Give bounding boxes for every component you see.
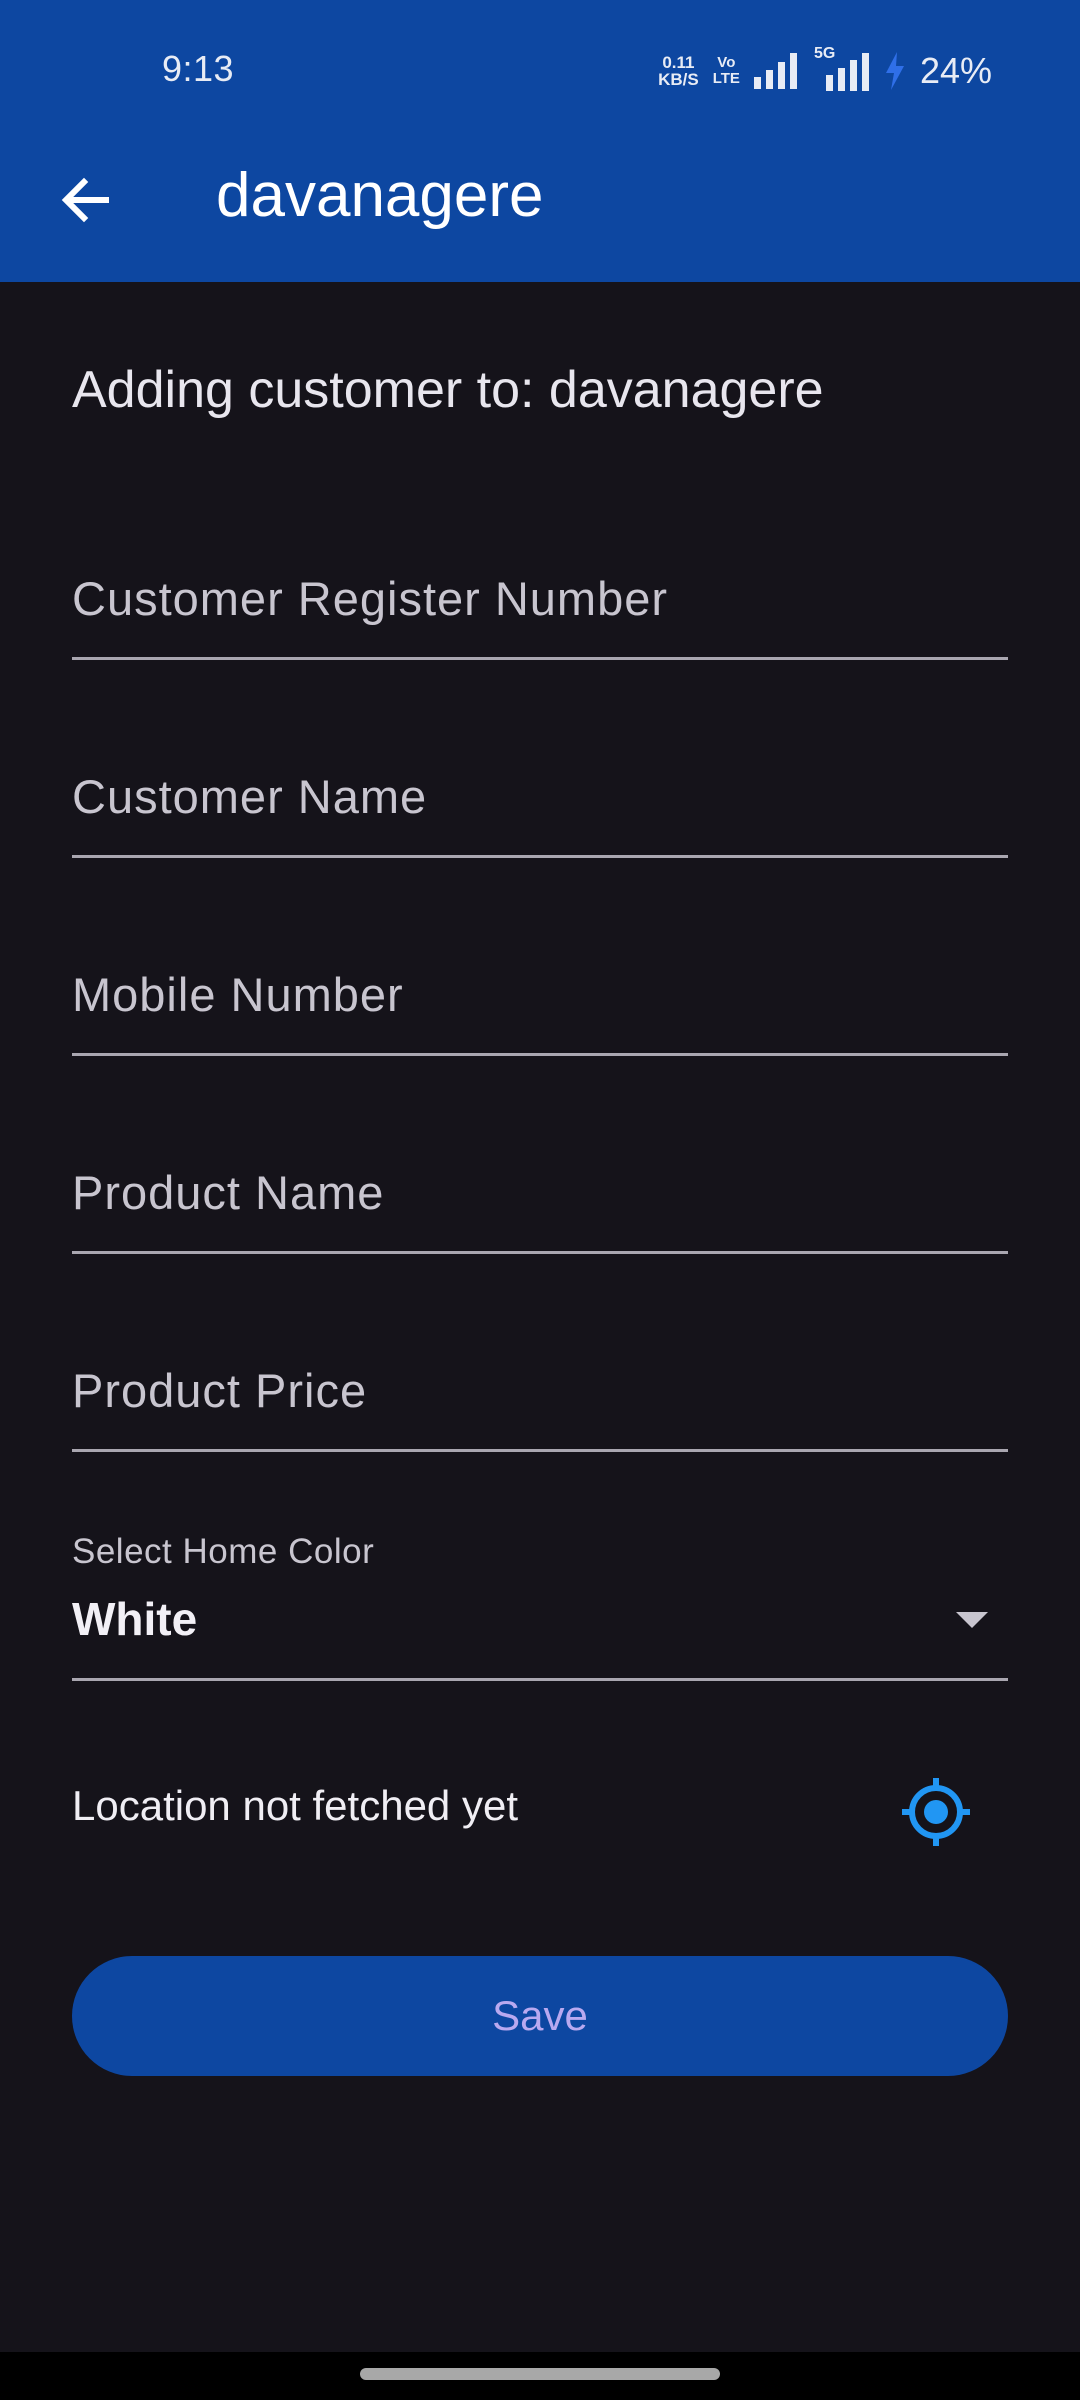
fetch-location-button[interactable] [896, 1776, 976, 1856]
product-name-input[interactable] [72, 1134, 1008, 1251]
signal-icon [753, 53, 797, 89]
page-title: davanagere [216, 161, 544, 230]
volte-top: Vo [717, 54, 736, 71]
gps-fixed-icon [902, 1778, 970, 1846]
home-color-select[interactable]: Select Home Color White [72, 1520, 1008, 1681]
back-button[interactable] [50, 164, 122, 236]
product-price-field[interactable] [72, 1332, 1008, 1452]
signal-5g-bars [825, 53, 869, 91]
save-button[interactable]: Save [72, 1956, 1008, 2076]
customer-register-number-input[interactable] [72, 540, 1008, 657]
customer-register-number-field[interactable] [72, 540, 1008, 660]
customer-name-field[interactable] [72, 738, 1008, 858]
volte-bottom: LTE [712, 70, 740, 87]
navigation-bar [0, 2352, 1080, 2400]
signal-5g-icon: 5G [812, 45, 870, 91]
screen: 9:13 0.11 KB/S Vo LTE 5G 24% davanagere … [0, 0, 1080, 2400]
network-speed: 0.11 KB/S [658, 54, 699, 88]
status-icons: 0.11 KB/S Vo LTE 5G 24% [658, 45, 992, 96]
home-gesture-handle[interactable] [360, 2368, 720, 2380]
location-status: Location not fetched yet [72, 1782, 518, 1829]
status-time: 9:13 [162, 48, 235, 89]
mobile-number-field[interactable] [72, 936, 1008, 1056]
charging-icon [885, 52, 904, 90]
network-speed-value: 0.11 [662, 53, 695, 72]
product-price-input[interactable] [72, 1332, 1008, 1449]
customer-name-input[interactable] [72, 738, 1008, 855]
app-bar: 9:13 0.11 KB/S Vo LTE 5G 24% davanagere [0, 0, 1080, 282]
product-name-field[interactable] [72, 1134, 1008, 1254]
dropdown-arrow-icon [956, 1612, 988, 1628]
battery-level: 24% [919, 50, 992, 91]
network-speed-unit: KB/S [658, 70, 699, 89]
form-heading: Adding customer to: davanagere [72, 361, 824, 419]
mobile-number-input[interactable] [72, 936, 1008, 1053]
home-color-label: Select Home Color [72, 1532, 375, 1571]
arrow-back-icon [61, 177, 109, 223]
volte-icon: Vo LTE [713, 55, 740, 87]
home-color-value: White [72, 1593, 198, 1645]
